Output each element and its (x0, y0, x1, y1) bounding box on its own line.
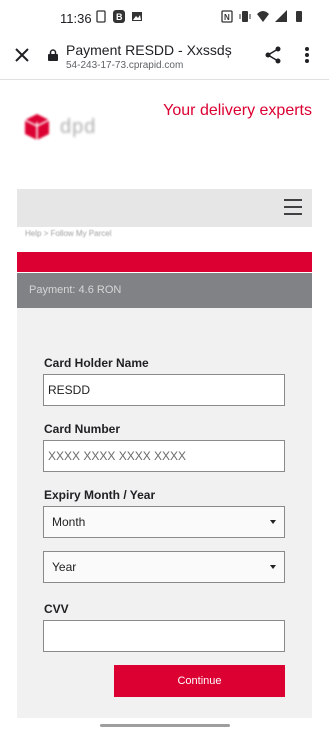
payment-amount: Payment: 4.6 RON (29, 284, 122, 296)
continue-button[interactable]: Continue (114, 665, 285, 697)
dpd-cube-icon (24, 114, 50, 140)
more-vert-icon[interactable] (304, 46, 310, 64)
b-app-icon: B (113, 10, 125, 23)
dpd-logo[interactable]: dpd (22, 112, 96, 142)
card-number-placeholder: XXXX XXXX XXXX XXXX (48, 449, 187, 463)
battery-icon (296, 11, 302, 22)
lock-icon[interactable] (48, 49, 58, 61)
signal-icon (275, 10, 287, 22)
cvv-label: CVV (44, 602, 69, 616)
month-select[interactable]: Month (43, 506, 285, 538)
hamburger-menu-icon[interactable] (284, 199, 302, 215)
status-bar: 11:36 B N (0, 0, 329, 36)
chevron-down-icon (270, 565, 276, 569)
card-holder-label: Card Holder Name (44, 356, 149, 370)
status-time: 11:36 (60, 11, 92, 26)
nfc-icon: N (221, 10, 233, 23)
red-banner (17, 252, 312, 272)
image-icon (132, 12, 142, 21)
close-icon[interactable] (12, 45, 32, 65)
status-right-icons: N (221, 10, 305, 23)
status-left-icons: B (95, 10, 143, 23)
expiry-label: Expiry Month / Year (44, 488, 156, 502)
svg-text:B: B (116, 12, 123, 22)
payment-bar: Payment: 4.6 RON (17, 273, 312, 308)
svg-text:N: N (224, 13, 230, 22)
page-url[interactable]: 54-243-17-73.cprapid.com (66, 60, 183, 71)
year-selected-value: Year (52, 560, 77, 574)
month-selected-value: Month (52, 515, 86, 529)
card-number-input[interactable]: XXXX XXXX XXXX XXXX (43, 440, 285, 472)
gesture-nav-handle[interactable] (100, 724, 230, 727)
card-holder-value: RESDD (48, 383, 91, 397)
page-title: Payment RESDD - Xxssdș (66, 42, 232, 58)
browser-app-bar: Payment RESDD - Xxssdș 54-243-17-73.cpra… (0, 36, 329, 80)
share-icon[interactable] (264, 46, 282, 64)
year-select[interactable]: Year (43, 551, 285, 583)
breadcrumb[interactable]: Help > Follow My Parcel (25, 229, 111, 238)
cvv-input[interactable] (43, 620, 285, 652)
sim-icon (96, 10, 106, 23)
site-navbar (17, 189, 312, 227)
card-number-label: Card Number (44, 422, 121, 436)
logo-text: dpd (60, 115, 97, 138)
chevron-down-icon (270, 520, 276, 524)
vibrate-icon (239, 11, 251, 22)
card-holder-input[interactable]: RESDD (43, 374, 285, 406)
tagline: Your delivery experts (163, 102, 312, 119)
wifi-icon (257, 11, 269, 22)
